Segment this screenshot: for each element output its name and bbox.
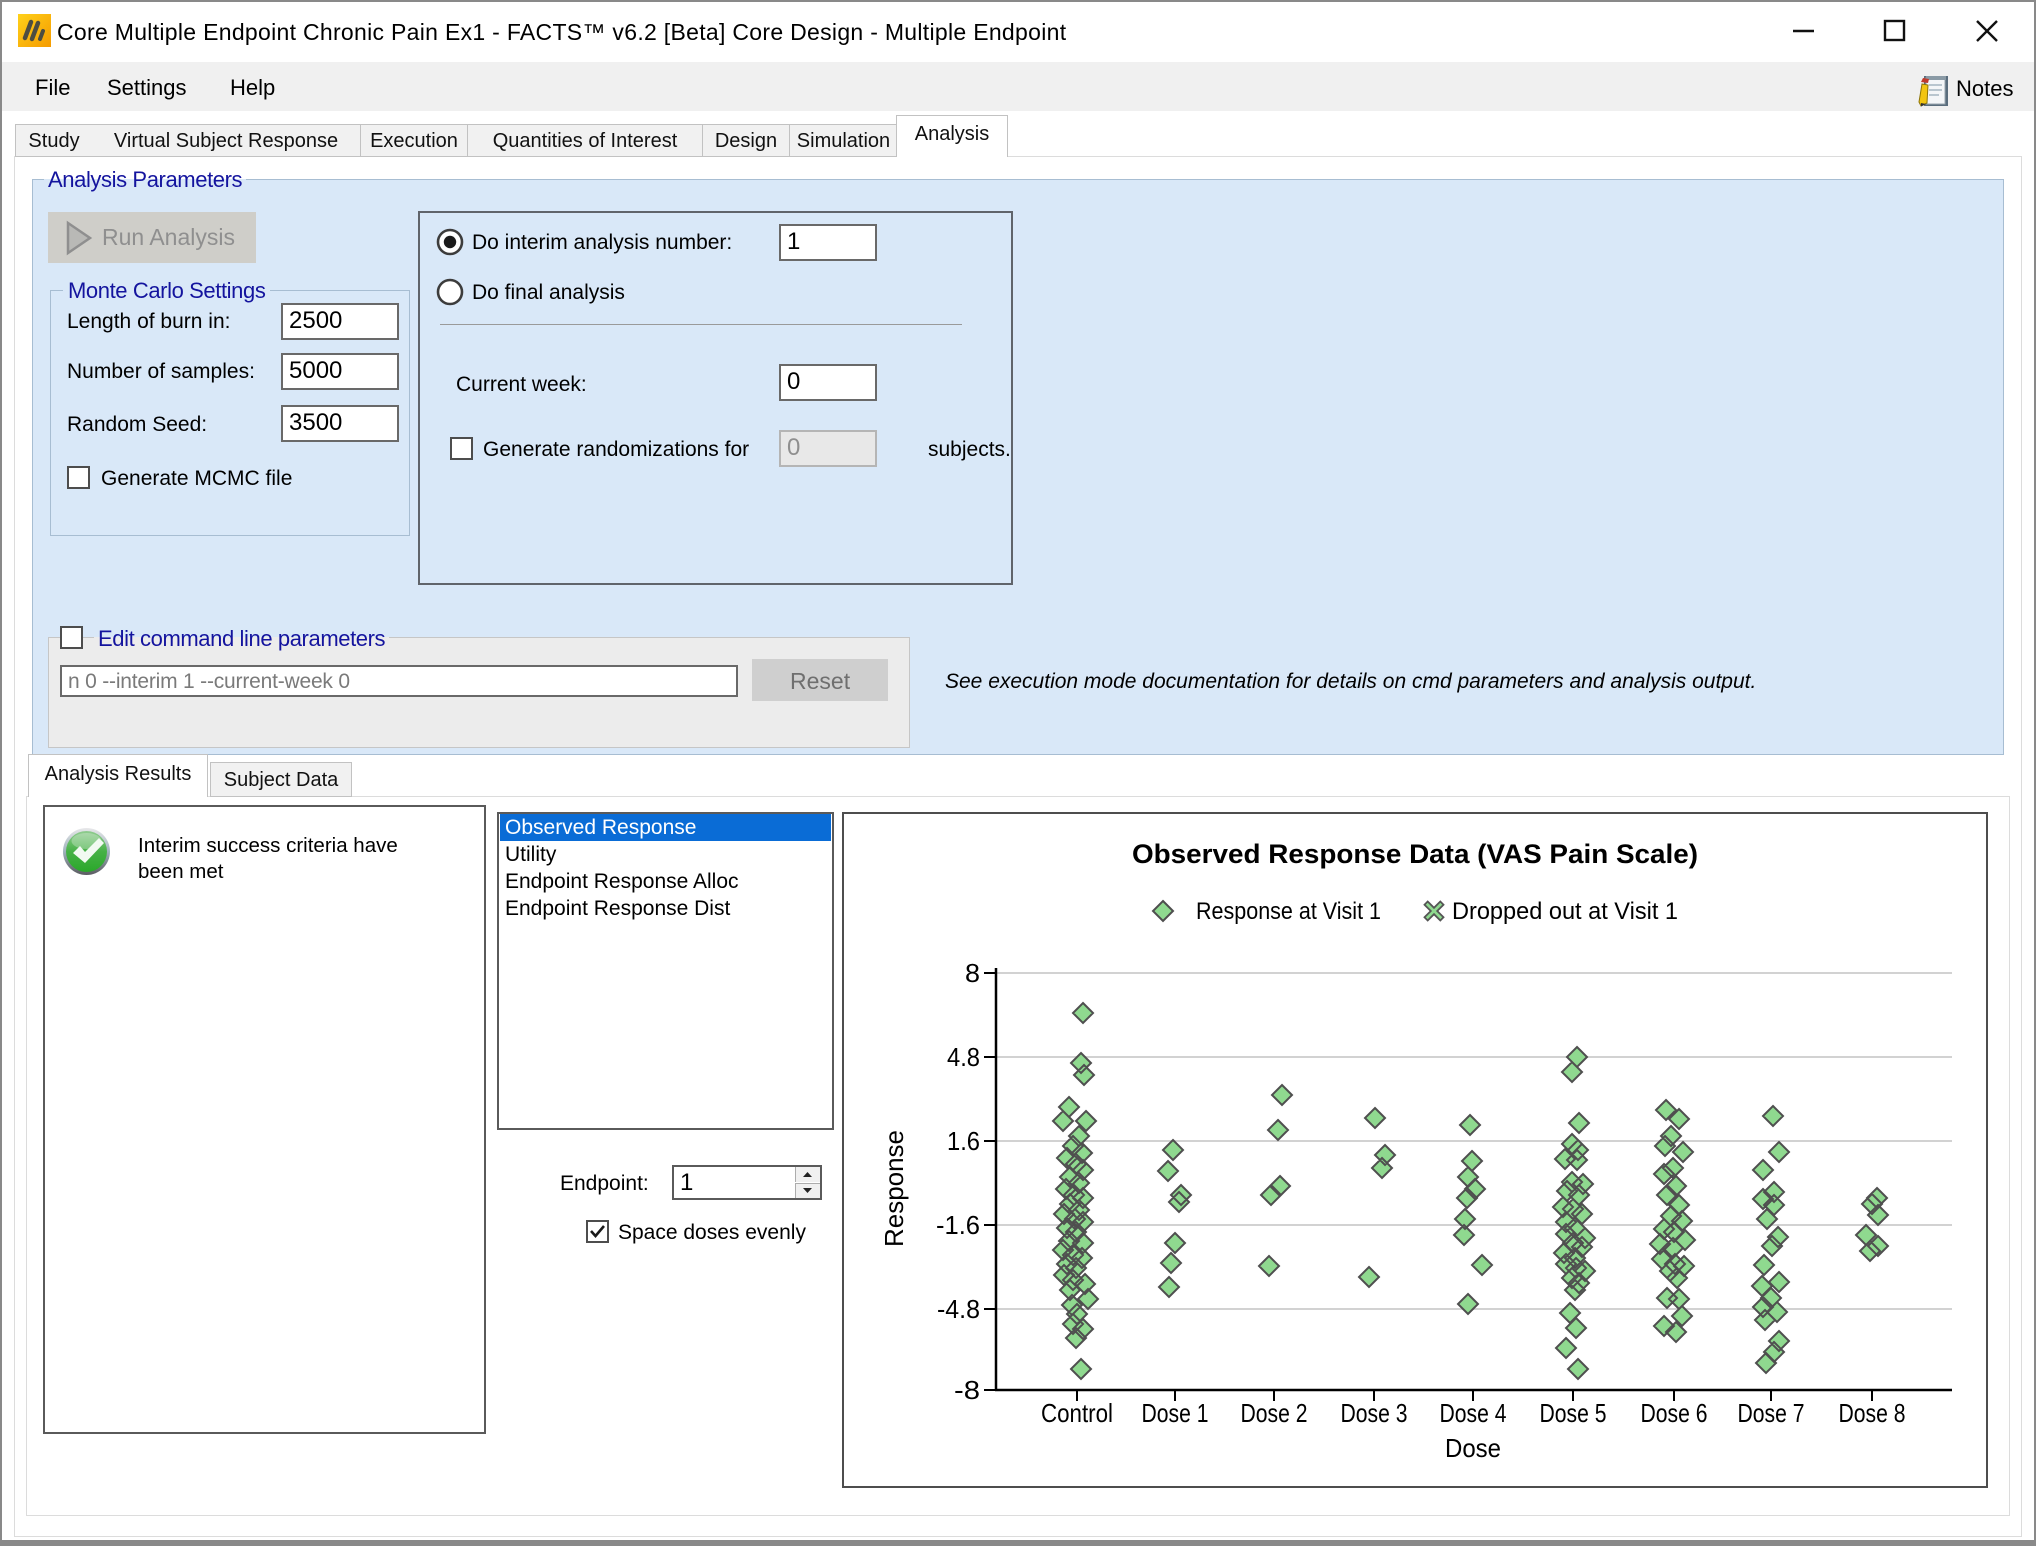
svg-text:Response: Response (879, 1130, 909, 1247)
svg-text:Observed Response Data (VAS Pa: Observed Response Data (VAS Pain Scale) (1132, 839, 1698, 869)
svg-text:Dose 5: Dose 5 (1540, 1398, 1607, 1428)
svg-text:4.8: 4.8 (947, 1042, 980, 1072)
svg-text:Dose 8: Dose 8 (1839, 1398, 1906, 1428)
svg-text:-8: -8 (954, 1375, 980, 1405)
svg-text:Dose 6: Dose 6 (1641, 1398, 1708, 1428)
svg-text:Dose 7: Dose 7 (1738, 1398, 1805, 1428)
svg-text:Dose 4: Dose 4 (1440, 1398, 1507, 1428)
svg-text:-4.8: -4.8 (937, 1294, 980, 1324)
svg-text:8: 8 (965, 958, 980, 988)
svg-text:-1.6: -1.6 (936, 1210, 980, 1240)
svg-text:Dose: Dose (1445, 1433, 1501, 1463)
svg-text:Dose 3: Dose 3 (1341, 1398, 1408, 1428)
svg-text:Dropped out at Visit 1: Dropped out at Visit 1 (1452, 898, 1678, 925)
svg-text:Response at Visit 1: Response at Visit 1 (1196, 898, 1381, 925)
svg-text:Dose 1: Dose 1 (1142, 1398, 1209, 1428)
svg-text:Control: Control (1041, 1398, 1113, 1428)
svg-text:Dose 2: Dose 2 (1241, 1398, 1308, 1428)
svg-text:1.6: 1.6 (947, 1126, 980, 1156)
